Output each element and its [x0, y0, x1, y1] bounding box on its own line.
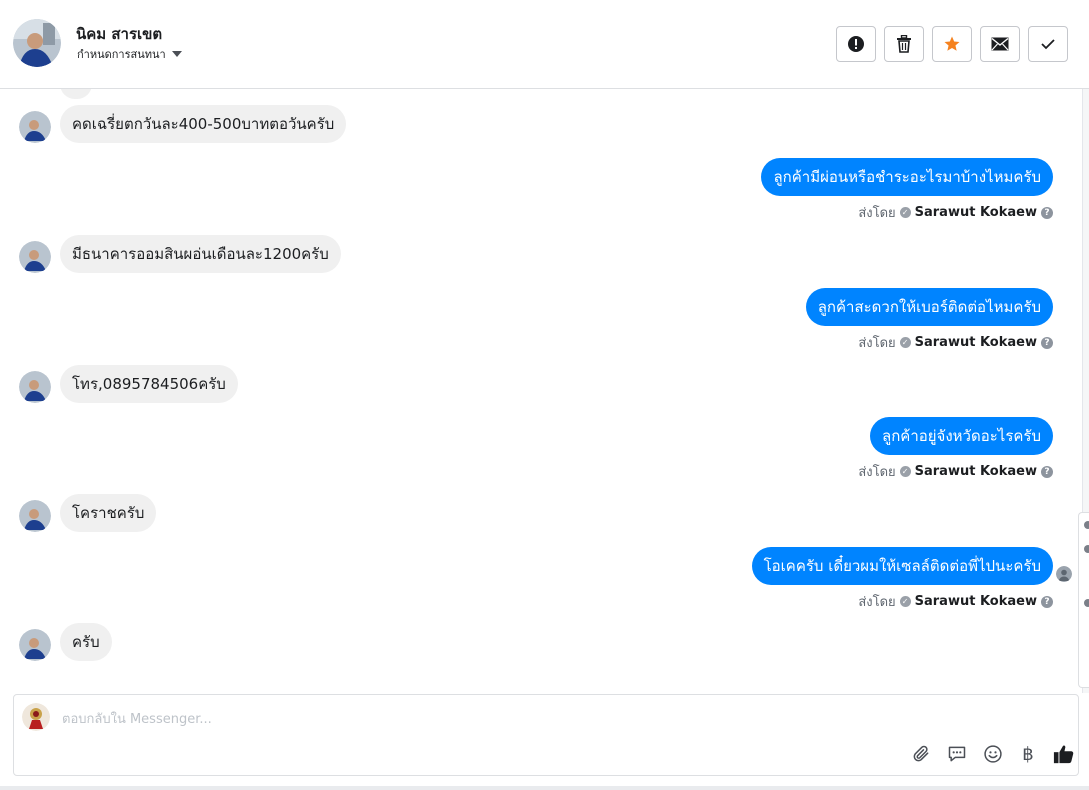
help-icon[interactable]: ? — [1041, 336, 1053, 349]
envelope-icon — [991, 37, 1009, 51]
like-button[interactable] — [1051, 741, 1077, 767]
exclamation-icon — [848, 36, 864, 52]
check-circle-icon: ✓ — [899, 207, 911, 218]
emoji-icon — [984, 745, 1002, 763]
contact-avatar[interactable] — [13, 19, 61, 67]
sent-by-line: ส่งโดย ✓ Sarawut Kokaew ? — [858, 461, 1053, 482]
attach-button[interactable] — [908, 741, 934, 767]
message-bubble[interactable]: ลูกค้าสะดวกให้เบอร์ติดต่อไหมครับ — [805, 288, 1053, 326]
check-circle-icon: ✓ — [899, 596, 911, 607]
message-bubble[interactable]: โทร,0895784506ครับ — [60, 365, 238, 403]
page-avatar — [22, 703, 50, 731]
side-avatar[interactable] — [1084, 599, 1089, 607]
sender-name[interactable]: Sarawut Kokaew — [915, 335, 1037, 350]
side-avatar[interactable] — [1084, 545, 1089, 553]
star-icon — [944, 36, 960, 51]
conversation-schedule-label: กำหนดการสนทนา — [77, 48, 166, 61]
contact-avatar-small — [19, 371, 51, 403]
emoji-button[interactable] — [980, 741, 1006, 767]
contact-avatar-small — [19, 111, 51, 143]
payment-button[interactable]: ฿ — [1015, 741, 1041, 767]
mark-unread-button[interactable] — [980, 26, 1020, 62]
check-circle-icon: ✓ — [899, 337, 911, 348]
contact-name[interactable]: นิคม สารเขต — [76, 22, 162, 46]
contact-avatar-small — [19, 629, 51, 661]
message-bubble[interactable]: โอเคครับ เดี๋ยวผมให้เซลล์ติดต่อพี่ไปนะคร… — [751, 547, 1053, 585]
thumbs-up-icon — [1053, 745, 1074, 764]
side-avatar[interactable] — [1084, 521, 1089, 529]
conversation-header: นิคม สารเขต กำหนดการสนทนา — [0, 0, 1089, 89]
saved-reply-button[interactable] — [944, 741, 970, 767]
baht-icon: ฿ — [1022, 743, 1034, 765]
help-icon[interactable]: ? — [1041, 595, 1053, 608]
checkmark-icon — [1041, 39, 1055, 50]
contact-avatar-small — [19, 241, 51, 273]
sender-name[interactable]: Sarawut Kokaew — [915, 464, 1037, 479]
message-bubble[interactable]: ครับ — [60, 623, 112, 661]
sent-by-label: ส่งโดย — [858, 595, 896, 610]
mark-done-button[interactable] — [1028, 26, 1068, 62]
message-bubble[interactable]: โคราชครับ — [60, 494, 157, 532]
sent-by-line: ส่งโดย ✓ Sarawut Kokaew ? — [858, 202, 1053, 223]
caret-down-icon — [171, 51, 182, 57]
sent-by-label: ส่งโดย — [858, 465, 896, 480]
conversation-schedule-dropdown[interactable]: กำหนดการสนทนา — [77, 45, 182, 63]
collapsed-side-panel[interactable] — [1078, 512, 1089, 688]
check-circle-icon: ✓ — [899, 466, 911, 477]
sender-name[interactable]: Sarawut Kokaew — [915, 205, 1037, 220]
sent-by-line: ส่งโดย ✓ Sarawut Kokaew ? — [858, 591, 1053, 612]
star-button[interactable] — [932, 26, 972, 62]
reply-input[interactable] — [62, 709, 862, 729]
sender-name[interactable]: Sarawut Kokaew — [915, 594, 1037, 609]
message-bubble[interactable]: ลูกค้าอยู่จังหวัดอะไรครับ — [870, 417, 1053, 455]
contact-avatar-small — [19, 500, 51, 532]
message-thread[interactable]: คดเฉรี่ยตกวันละ400-500บาทตอวันครับ ลูกค้… — [0, 89, 1082, 693]
trash-icon — [897, 35, 911, 53]
sent-by-label: ส่งโดย — [858, 206, 896, 221]
message-bubble-partial — [60, 89, 92, 99]
help-icon[interactable]: ? — [1041, 206, 1053, 219]
report-button[interactable] — [836, 26, 876, 62]
message-bubble[interactable]: คดเฉรี่ยตกวันละ400-500บาทตอวันครับ — [60, 105, 347, 143]
delete-button[interactable] — [884, 26, 924, 62]
help-icon[interactable]: ? — [1041, 465, 1053, 478]
seen-avatar — [1056, 566, 1072, 582]
message-bubble[interactable]: ลูกค้ามีผ่อนหรือชำระอะไรมาบ้างไหมครับ — [761, 158, 1053, 196]
sent-by-line: ส่งโดย ✓ Sarawut Kokaew ? — [858, 332, 1053, 353]
sent-by-label: ส่งโดย — [858, 336, 896, 351]
saved-reply-icon — [948, 746, 966, 762]
message-bubble[interactable]: มีธนาคารออมสินผอ่นเดือนละ1200ครับ — [60, 235, 341, 273]
reply-composer: ฿ — [13, 694, 1079, 776]
bottom-border — [0, 786, 1089, 790]
paperclip-icon — [913, 745, 929, 762]
